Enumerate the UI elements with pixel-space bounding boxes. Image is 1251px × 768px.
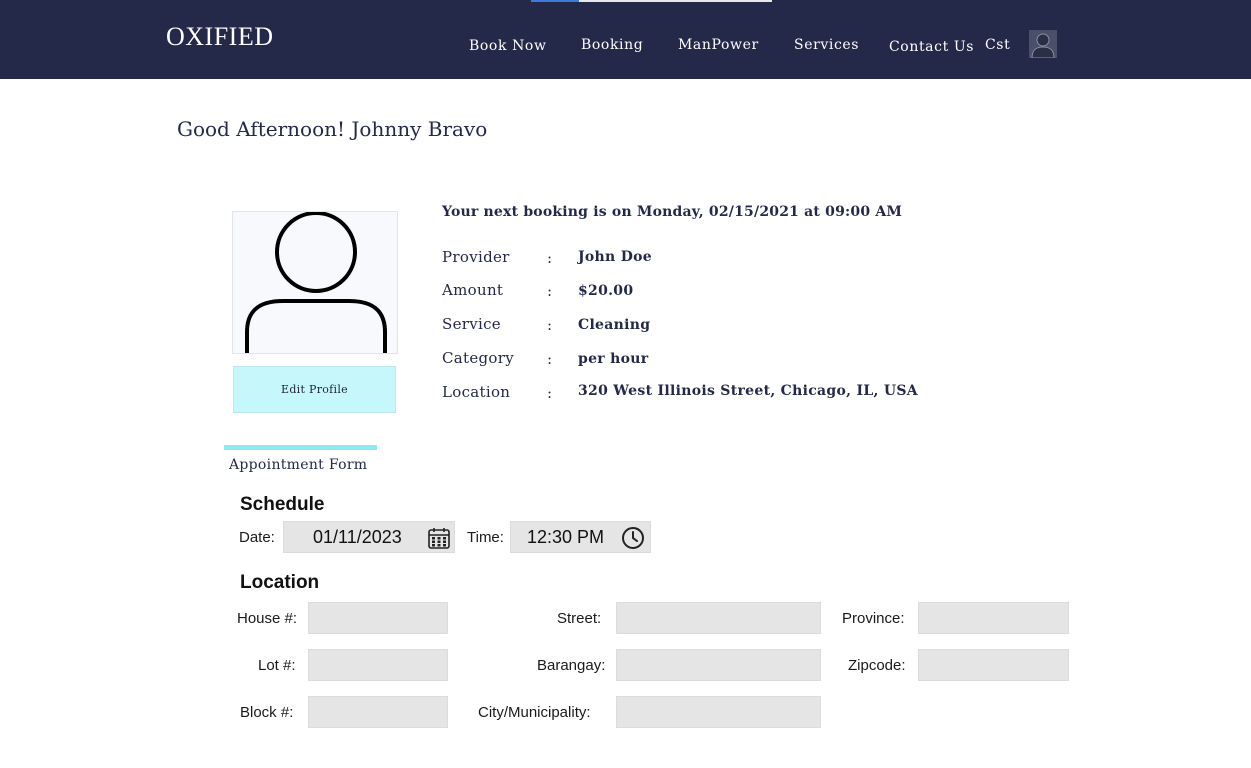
brand-logo[interactable]: OXIFIED: [166, 22, 274, 52]
time-picker[interactable]: 12:30 PM: [510, 521, 651, 553]
location-colon: :: [547, 384, 553, 402]
next-booking-headline: Your next booking is on Monday, 02/15/20…: [442, 204, 903, 220]
greeting-heading: Good Afternoon! Johnny Bravo: [177, 117, 488, 141]
nav-services[interactable]: Services: [794, 37, 859, 53]
profile-picture: [232, 211, 398, 354]
time-label: Time:: [467, 529, 504, 546]
provider-colon: :: [547, 249, 553, 267]
schedule-heading: Schedule: [240, 494, 325, 515]
calendar-icon[interactable]: [427, 526, 451, 550]
amount-value: $20.00: [578, 283, 634, 299]
category-label: Category: [442, 349, 515, 367]
time-value: 12:30 PM: [527, 527, 605, 547]
street-label: Street:: [557, 610, 602, 627]
date-picker[interactable]: 01/11/2023: [283, 521, 455, 553]
provider-value: John Doe: [578, 249, 652, 265]
location-heading: Location: [240, 572, 320, 593]
category-value: per hour: [578, 351, 649, 367]
person-icon: [245, 212, 387, 353]
user-avatar-icon[interactable]: [1029, 30, 1057, 58]
date-label: Date:: [239, 529, 275, 546]
scroll-indicator-active: [531, 0, 579, 2]
city-municipality-label: City/Municipality:: [478, 704, 591, 721]
barangay-label: Barangay:: [537, 657, 606, 674]
user-name-label[interactable]: Cst: [985, 37, 1010, 53]
zipcode-label: Zipcode:: [848, 657, 906, 674]
tab-appointment-form[interactable]: Appointment Form: [229, 457, 367, 473]
location-label: Location: [442, 383, 511, 401]
amount-label: Amount: [442, 281, 504, 299]
service-label: Service: [442, 315, 501, 333]
clock-icon[interactable]: [621, 526, 645, 550]
street-input[interactable]: [616, 602, 821, 634]
nav-book-now[interactable]: Book Now: [469, 38, 547, 54]
scroll-indicator-track: [579, 0, 772, 2]
lot-number-label: Lot #:: [258, 657, 296, 674]
block-number-input[interactable]: [308, 696, 448, 728]
date-value: 01/11/2023: [313, 527, 402, 547]
barangay-input[interactable]: [616, 649, 821, 681]
lot-number-input[interactable]: [308, 649, 448, 681]
category-colon: :: [547, 350, 553, 368]
province-label: Province:: [842, 610, 905, 627]
house-number-input[interactable]: [308, 602, 448, 634]
city-municipality-input[interactable]: [616, 696, 821, 728]
province-input[interactable]: [918, 602, 1069, 634]
location-value: 320 West Illinois Street, Chicago, IL, U…: [578, 383, 918, 399]
provider-label: Provider: [442, 248, 510, 266]
service-value: Cleaning: [578, 317, 651, 333]
edit-profile-button[interactable]: Edit Profile: [233, 366, 396, 413]
service-colon: :: [547, 316, 553, 334]
tab-active-indicator: [224, 445, 377, 450]
nav-contact-us[interactable]: Contact Us: [889, 39, 974, 55]
zipcode-input[interactable]: [918, 649, 1069, 681]
nav-booking[interactable]: Booking: [581, 37, 643, 53]
block-number-label: Block #:: [240, 704, 294, 721]
house-number-label: House #:: [237, 610, 298, 627]
nav-manpower[interactable]: ManPower: [678, 37, 759, 53]
amount-colon: :: [547, 282, 553, 300]
